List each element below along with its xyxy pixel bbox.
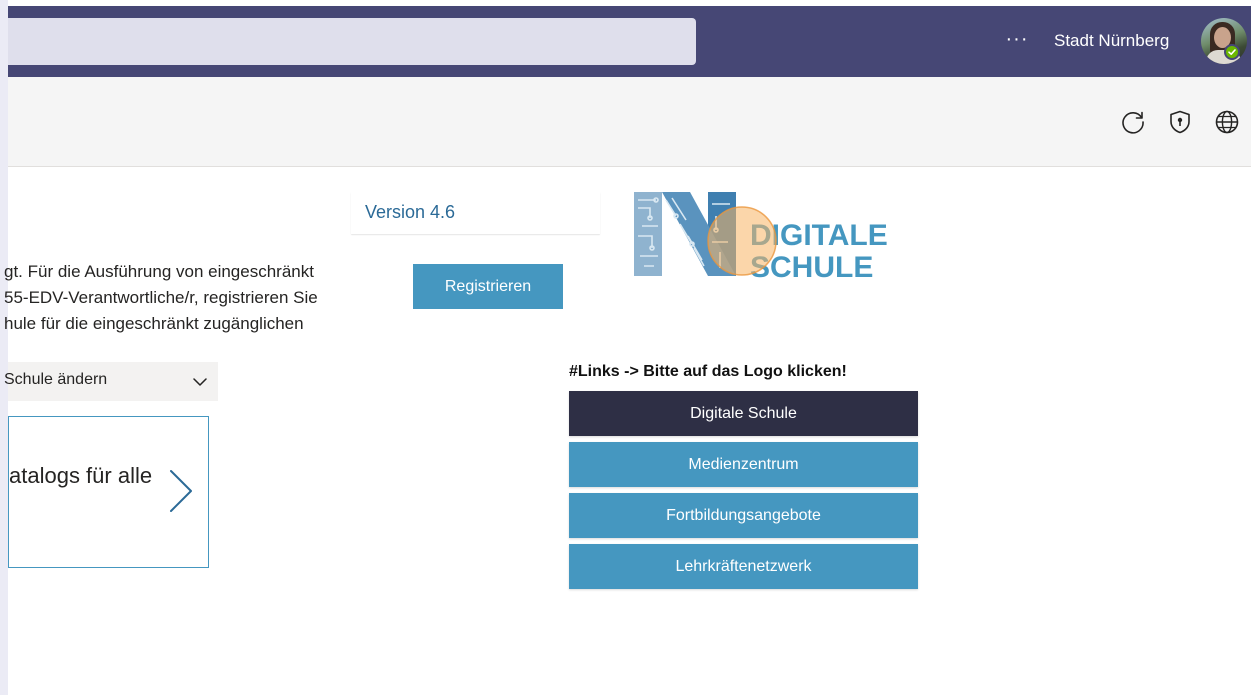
more-options-button[interactable]: ···	[1004, 28, 1030, 54]
link-fortbildungsangebote[interactable]: Fortbildungsangebote	[569, 493, 918, 538]
change-school-label: Schule ändern	[4, 371, 108, 388]
catalog-card-text: atalogs für alle	[9, 463, 153, 488]
version-panel: Version 4.6	[351, 192, 600, 234]
digitale-schule-logo[interactable]: DIGITALE SCHULE	[632, 190, 890, 280]
teams-title-bar: ··· Stadt Nürnberg	[8, 6, 1251, 77]
left-edge-strip	[0, 0, 8, 695]
search-input[interactable]	[8, 18, 696, 65]
cursor-highlight	[707, 206, 777, 276]
intro-line: 55-EDV-Verantwortliche/r, registrieren S…	[4, 288, 318, 307]
links-heading: #Links -> Bitte auf das Logo klicken!	[569, 363, 847, 380]
globe-icon[interactable]	[1213, 108, 1241, 136]
link-medienzentrum[interactable]: Medienzentrum	[569, 442, 918, 487]
version-label: Version 4.6	[365, 202, 456, 222]
refresh-icon[interactable]	[1119, 108, 1147, 136]
change-school-dropdown[interactable]: Schule ändern	[4, 362, 218, 401]
intro-text: gt. Für die Ausführung von eingeschränkt…	[4, 259, 364, 337]
app-header-bar	[8, 77, 1251, 167]
link-lehrkraeftenetzwerk[interactable]: Lehrkräftenetzwerk	[569, 544, 918, 589]
intro-line: hule für die eingeschränkt zugänglichen	[4, 314, 304, 333]
catalog-card[interactable]: atalogs für alle	[8, 416, 209, 568]
presence-status-icon	[1224, 44, 1240, 60]
shield-lock-icon[interactable]	[1166, 108, 1194, 136]
avatar[interactable]	[1201, 18, 1247, 64]
chevron-right-icon	[170, 470, 192, 512]
register-button[interactable]: Registrieren	[413, 264, 563, 309]
organization-name[interactable]: Stadt Nürnberg	[1054, 31, 1169, 51]
chevron-down-icon	[193, 378, 207, 386]
link-digitale-schule[interactable]: Digitale Schule	[569, 391, 918, 436]
intro-line: gt. Für die Ausführung von eingeschränkt	[4, 262, 314, 281]
